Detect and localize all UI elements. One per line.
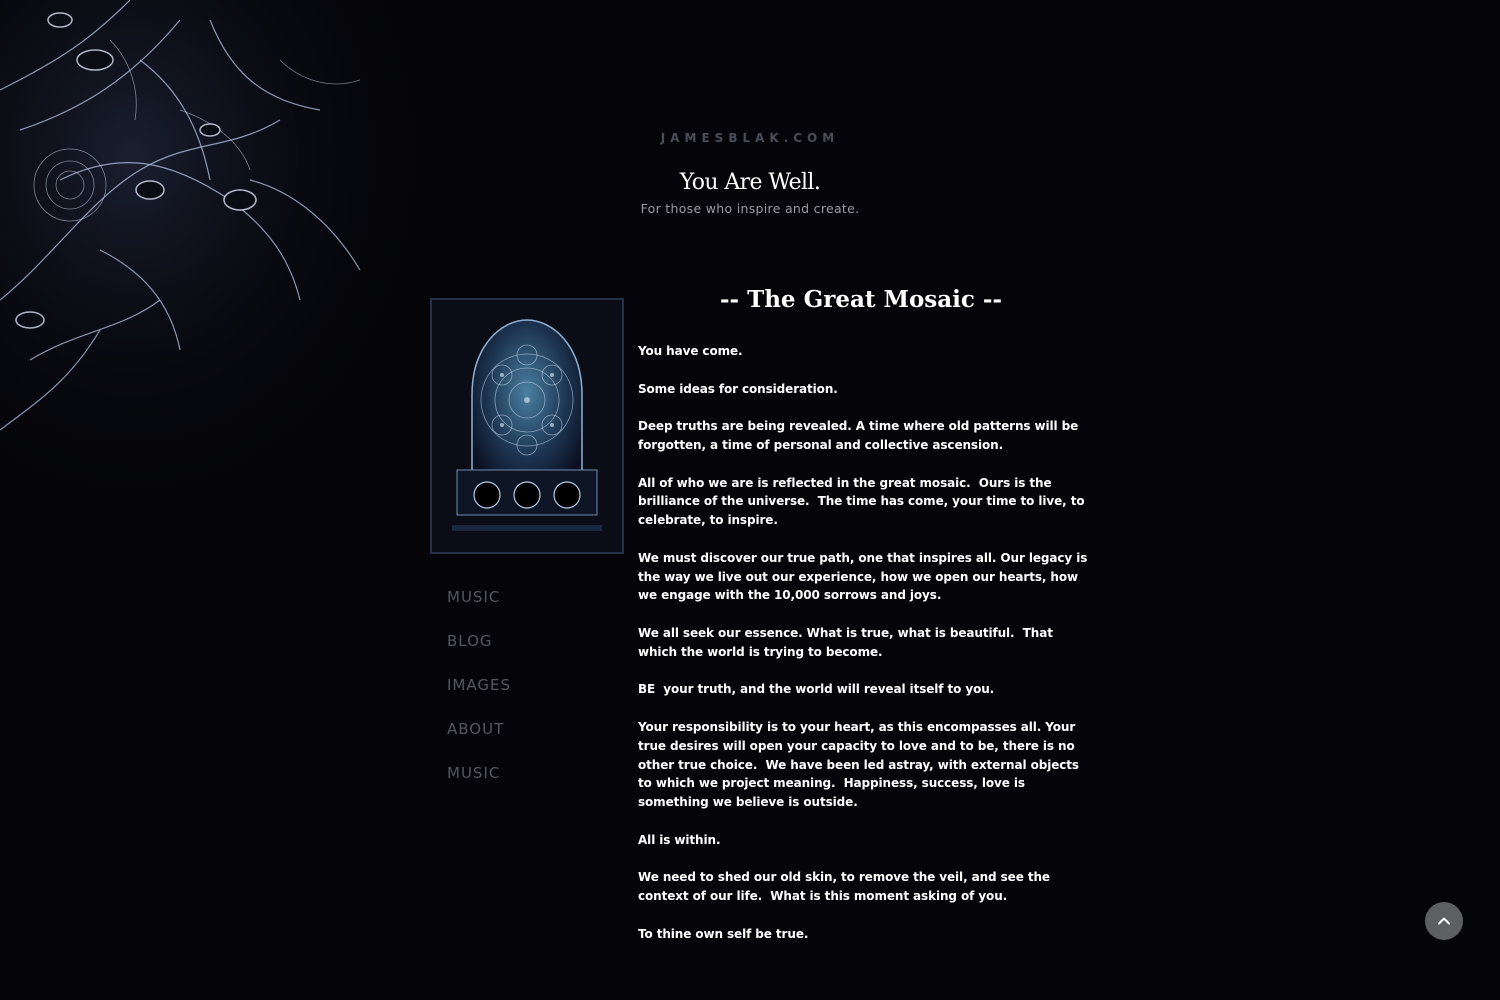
post-paragraph: Your responsibility is to your heart, as… xyxy=(638,719,1084,810)
post-paragraph: We need to shed our old skin, to remove … xyxy=(638,870,1055,904)
post-paragraph: All of who we are is reflected in the gr… xyxy=(638,475,1089,528)
post-paragraph: Deep truths are being revealed. A time w… xyxy=(638,419,1083,452)
nav-item-music[interactable]: MUSIC xyxy=(447,588,617,632)
post-paragraph: You have come. xyxy=(638,344,743,358)
post-paragraph: All is within. xyxy=(638,832,721,847)
nav-item-images[interactable]: IMAGES xyxy=(447,676,617,720)
post-paragraph: We must discover our true path, one that… xyxy=(638,550,1092,603)
post-body: You have come. Some ideas for considerat… xyxy=(638,342,1088,962)
side-navigation: MUSIC BLOG IMAGES ABOUT MUSIC xyxy=(447,588,617,808)
scroll-to-top-button[interactable] xyxy=(1425,902,1463,940)
post-paragraph: Some ideas for consideration. xyxy=(638,381,838,396)
post-paragraph: BE your truth, and the world will reveal… xyxy=(638,682,995,697)
post-title: -- The Great Mosaic -- xyxy=(720,286,1002,313)
nav-item-blog[interactable]: BLOG xyxy=(447,632,617,676)
nav-item-about[interactable]: ABOUT xyxy=(447,720,617,764)
fractal-background-image xyxy=(0,0,440,520)
post-image xyxy=(430,298,624,554)
chevron-up-icon xyxy=(1438,917,1450,925)
site-name[interactable]: JAMESBLAK.COM xyxy=(0,131,1500,145)
post-paragraph: We all seek our essence. What is true, w… xyxy=(638,625,1057,659)
nav-item-music-2[interactable]: MUSIC xyxy=(447,764,617,808)
site-title[interactable]: You Are Well. xyxy=(0,170,1500,195)
post-paragraph: To thine own self be true. xyxy=(638,926,809,941)
site-tagline: For those who inspire and create. xyxy=(640,201,860,216)
